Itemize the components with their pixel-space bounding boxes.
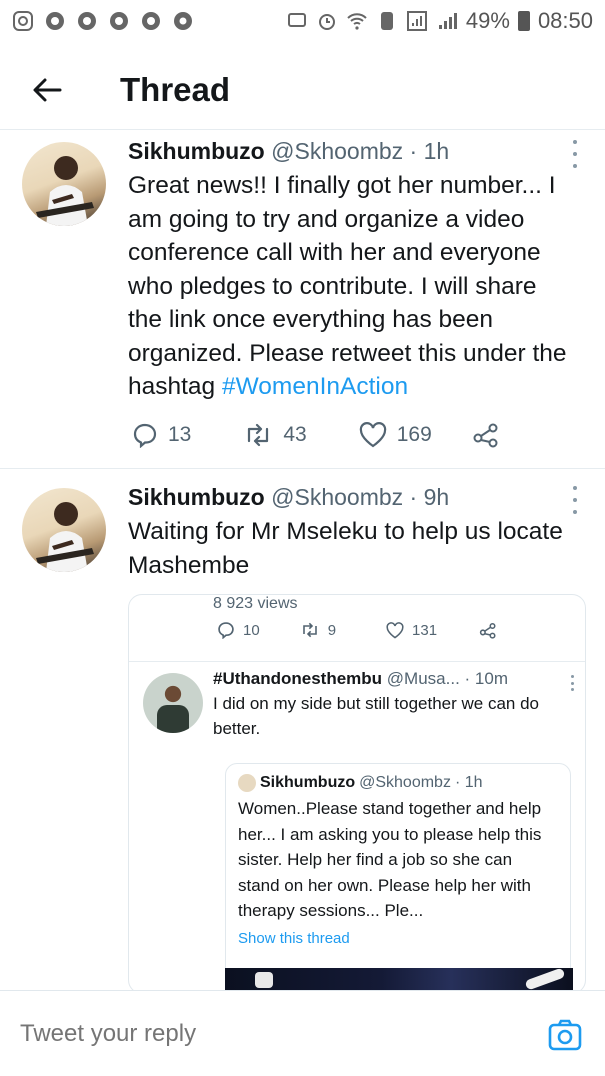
cell-signal-icon: [438, 13, 457, 29]
heart-icon: [386, 621, 404, 638]
retweet-button[interactable]: 43: [243, 422, 307, 447]
tweet-text-body: Great news!! I finally got her number...…: [128, 172, 567, 400]
tweet-content: Sikhumbuzo @Skhoombz · 9h Waiting for Mr…: [128, 484, 575, 582]
signal-icon: [406, 11, 427, 31]
tweet-text: Great news!! I finally got her number...…: [128, 169, 575, 404]
clock: 08:50: [537, 8, 593, 33]
battery-percent: 49%: [465, 8, 510, 33]
embedded-like-count: 131: [412, 621, 438, 639]
app-badge-icon: [142, 12, 160, 30]
avatar[interactable]: [22, 142, 106, 226]
reply-composer: [0, 990, 605, 1076]
author-handle[interactable]: @Skhoombz: [271, 138, 403, 164]
embedded-share-button: [479, 622, 497, 639]
embedded-reply-count: 10: [243, 621, 260, 639]
embedded-tweet-actions: 10 9 131: [217, 621, 497, 639]
embedded-reply-header: #Uthandonesthembu @Musa... · 10m: [213, 669, 577, 689]
quoted-tweet: Sikhumbuzo @Skhoombz · 1h Women..Please …: [225, 763, 573, 993]
app-badge-icon: [78, 12, 96, 30]
show-thread-link: Show this thread: [238, 929, 350, 947]
author-name[interactable]: Sikhumbuzo: [128, 138, 265, 164]
reply-time: · 10m: [464, 669, 508, 688]
reply-author-name: #Uthandonesthembu: [213, 669, 383, 688]
alarm-icon: [318, 14, 335, 30]
embedded-like-button: 131: [386, 622, 437, 639]
tweet-text: Waiting for Mr Mseleku to help us locate…: [128, 518, 563, 579]
reply-button[interactable]: 13: [132, 422, 191, 448]
reply-avatar: [143, 673, 203, 733]
share-icon: [479, 622, 496, 639]
reply-icon: [133, 423, 157, 448]
phone-icon: [380, 12, 393, 30]
app-badge-icon: [46, 12, 64, 30]
page-title: Thread: [120, 70, 231, 108]
tweet-header: Sikhumbuzo @Skhoombz · 9h: [128, 484, 575, 511]
retweet-count: 43: [283, 422, 307, 446]
instagram-icon: [13, 11, 33, 31]
reply-icon: [218, 622, 234, 639]
profile-photo: [36, 502, 94, 572]
quoted-time: · 1h: [454, 774, 483, 791]
share-icon: [473, 423, 498, 447]
back-button[interactable]: [22, 65, 72, 115]
chrome-icon: [174, 12, 192, 30]
quoted-author-handle: @Skhoombz: [359, 774, 451, 791]
share-button[interactable]: [472, 422, 500, 448]
tweet-divider: [0, 468, 605, 469]
system-indicators: 49% 08:50: [286, 8, 593, 34]
status-bar: 49% 08:50: [0, 0, 605, 42]
avatar[interactable]: [22, 488, 106, 572]
tweet-content: Sikhumbuzo @Skhoombz · 1h Great news!! I…: [128, 138, 575, 448]
reply-input[interactable]: [20, 1019, 500, 1048]
tweet-time: · 9h: [409, 484, 450, 510]
quoted-tweet-header: Sikhumbuzo @Skhoombz · 1h: [238, 774, 558, 792]
app-header: Thread: [0, 50, 605, 130]
view-count: 8 923 views: [213, 595, 298, 612]
embedded-reply: #Uthandonesthembu @Musa... · 10m I did o…: [213, 669, 577, 741]
embedded-image[interactable]: 8 923 views 10 9 131 #Uthandonesthembu @…: [128, 594, 586, 994]
tweet-actions: 13 43 169: [128, 421, 575, 448]
embedded-divider: [129, 661, 585, 662]
wifi-icon: [347, 13, 367, 30]
author-handle[interactable]: @Skhoombz: [271, 484, 403, 510]
quoted-avatar: [238, 774, 256, 792]
reply-count: 13: [168, 422, 192, 446]
retweet-icon: [302, 622, 317, 638]
reply-text: I did on my side but still together we c…: [213, 694, 540, 738]
tweet-time: · 1h: [409, 138, 450, 164]
profile-photo: [36, 156, 94, 226]
author-name[interactable]: Sikhumbuzo: [128, 484, 265, 510]
tweet-header: Sikhumbuzo @Skhoombz · 1h: [128, 138, 575, 165]
cast-icon: [287, 13, 306, 27]
heart-icon: [359, 421, 386, 447]
quoted-author-name: Sikhumbuzo: [260, 774, 356, 791]
like-count: 169: [396, 422, 432, 446]
app-badge-icon: [110, 12, 128, 30]
quoted-text: Women..Please stand together and help he…: [238, 799, 542, 920]
hashtag-link[interactable]: #WomenInAction: [222, 373, 408, 400]
embedded-reply-button: 10: [217, 621, 260, 639]
reply-author-handle: @Musa...: [386, 669, 460, 688]
notification-icons: [12, 10, 194, 32]
camera-button[interactable]: [547, 1017, 583, 1053]
battery-icon: [517, 11, 530, 31]
embedded-retweet-button: 9: [300, 622, 336, 639]
retweet-icon: [248, 423, 269, 446]
embedded-retweet-count: 9: [327, 621, 337, 639]
back-arrow-icon: [33, 78, 62, 101]
like-button[interactable]: 169: [359, 421, 432, 448]
camera-icon: [548, 1019, 582, 1051]
